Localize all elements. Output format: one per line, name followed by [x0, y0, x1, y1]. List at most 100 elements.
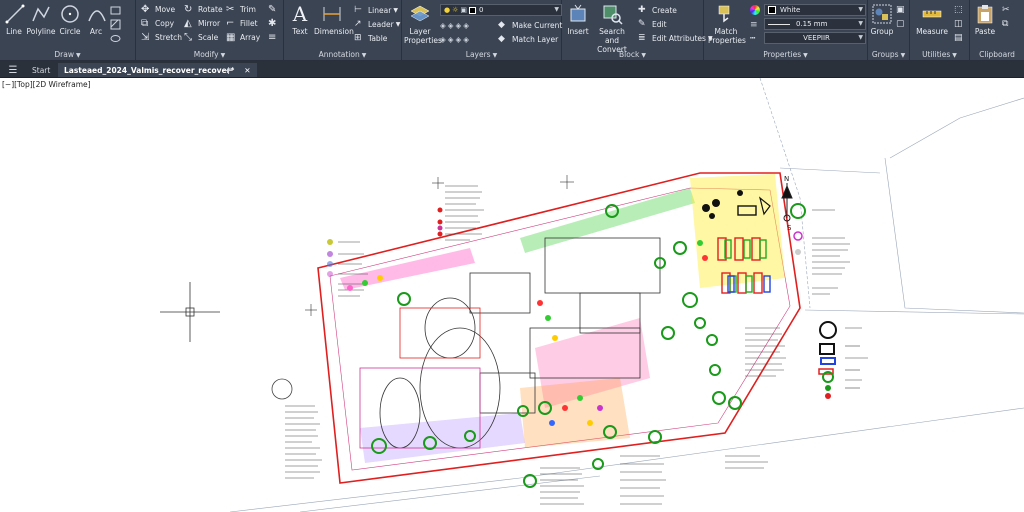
linear-button[interactable]: ⊢ Linear ▼: [354, 4, 398, 17]
boundary-button[interactable]: [110, 32, 124, 45]
ungroup-button[interactable]: ▢: [896, 18, 910, 31]
rectangle-button[interactable]: [110, 4, 124, 17]
id-point-button[interactable]: ▤: [954, 32, 968, 45]
group-button[interactable]: Group: [870, 3, 894, 36]
paste-button[interactable]: Paste: [972, 3, 998, 36]
move-icon: ✥: [141, 4, 150, 15]
leader-button[interactable]: ↗ Leader ▼: [354, 18, 400, 31]
select-icon: ⬚: [954, 5, 963, 15]
close-tab-icon[interactable]: ✕: [244, 66, 250, 75]
attributes-icon: ≣: [638, 33, 646, 43]
clipboard-panel-title[interactable]: Clipboard: [970, 50, 1024, 59]
properties-panel: Match Properties White ▼ ≡ 0.15 mm ▼ ┅ V…: [704, 0, 868, 61]
explode-button[interactable]: ✱: [268, 17, 282, 30]
utilities-panel-title[interactable]: Utilities ▼: [910, 50, 969, 59]
edit-attributes-button[interactable]: ≣ Edit Attributes ▼: [638, 32, 713, 45]
layer-properties-button[interactable]: Layer Properties: [404, 3, 442, 45]
copy-clip-button[interactable]: ⧉: [1002, 18, 1016, 31]
polyline-label: Polyline: [26, 27, 56, 36]
cut-button[interactable]: ✂: [1002, 4, 1016, 17]
application-menu-button[interactable]: ☰: [2, 63, 24, 77]
offset-icon: ≡: [268, 32, 277, 43]
circle-label: Circle: [59, 27, 81, 36]
linetype-icon: ┅: [750, 34, 756, 44]
linetype-dropdown[interactable]: VEEPIIR ▼: [764, 32, 866, 44]
insert-button[interactable]: Insert: [564, 3, 592, 36]
properties-panel-title[interactable]: Properties ▼: [704, 50, 867, 59]
groups-panel: Group ▣ ▢ Groups ▼: [868, 0, 910, 61]
hatch-button[interactable]: [110, 18, 124, 31]
drawing-canvas[interactable]: [−][Top][2D Wireframe] N S: [0, 78, 1024, 512]
annotation-panel-title[interactable]: Annotation ▼: [284, 50, 401, 59]
text-button[interactable]: A Text: [288, 3, 312, 36]
new-tab-button[interactable]: +: [218, 63, 239, 77]
array-icon: ▦: [226, 32, 236, 43]
rectangle-icon: [110, 6, 121, 15]
scale-button[interactable]: ⤡ Scale: [184, 31, 218, 44]
tab-start[interactable]: Start: [26, 63, 56, 77]
chevron-down-icon: ▼: [492, 52, 498, 59]
text-icon: A: [292, 2, 308, 26]
draw-panel-title[interactable]: Draw ▼: [0, 50, 135, 59]
layer-color-swatch: [469, 6, 477, 14]
quick-select-button[interactable]: ◫: [954, 18, 968, 31]
crosshair-cursor-icon: [160, 282, 220, 342]
edit-block-button[interactable]: ✎ Edit: [638, 18, 667, 31]
make-current-button[interactable]: ◆ Make Current: [498, 19, 562, 32]
fillet-icon: ⌐: [226, 18, 235, 29]
dimension-button[interactable]: Dimension: [314, 3, 354, 36]
erase-button[interactable]: ✎: [268, 3, 282, 16]
planting-beds: [340, 174, 785, 463]
stretch-button[interactable]: ⇲ Stretch: [141, 31, 182, 44]
table-button[interactable]: ⊞ Table: [354, 32, 387, 45]
layer-dropdown[interactable]: ● ☼ ▣ 0 ▼: [440, 4, 562, 16]
group-edit-button[interactable]: ▣: [896, 4, 910, 17]
circle-icon: [61, 5, 79, 23]
move-button[interactable]: ✥ Move: [141, 3, 175, 16]
fillet-button[interactable]: ⌐ Fillet: [226, 17, 258, 30]
groups-panel-title[interactable]: Groups ▼: [868, 50, 909, 59]
copy-clip-icon: ⧉: [1002, 19, 1009, 29]
edit-icon: ✎: [638, 19, 646, 29]
trim-icon: ✂: [226, 4, 235, 15]
line-button[interactable]: Line: [4, 3, 25, 36]
lineweight-icon: ≡: [750, 20, 758, 30]
measure-button[interactable]: Measure: [914, 3, 950, 36]
match-layer-button[interactable]: ◆ Match Layer: [498, 33, 558, 46]
match-properties-button[interactable]: Match Properties: [708, 3, 746, 45]
stretch-icon: ⇲: [141, 32, 150, 43]
circle-button[interactable]: Circle: [58, 3, 82, 36]
chevron-down-icon: ▼: [395, 21, 401, 28]
select-all-button[interactable]: ⬚: [954, 4, 968, 17]
chevron-down-icon: ▼: [858, 20, 863, 27]
rotate-button[interactable]: ↻ Rotate: [184, 3, 223, 16]
search-and-convert-button[interactable]: Search and Convert: [592, 3, 632, 54]
layer-tools-row2[interactable]: ◈◈◈◈: [440, 33, 471, 46]
chevron-down-icon: ▼: [900, 52, 906, 59]
layers-panel: Layer Properties ● ☼ ▣ 0 ▼ ◈◈◈◈ ◆ Make Cu…: [402, 0, 562, 61]
match-layer-icon: ◆: [498, 34, 505, 44]
block-panel-title[interactable]: Block ▼: [562, 50, 703, 59]
plus-icon: +: [224, 63, 234, 77]
lineweight-dropdown[interactable]: 0.15 mm ▼: [764, 18, 866, 30]
utilities-panel: Measure ⬚ ◫ ▤ Utilities ▼: [910, 0, 970, 61]
layer-tools-row1[interactable]: ◈◈◈◈: [440, 19, 471, 32]
copy-button[interactable]: ⧉ Copy: [141, 17, 174, 30]
color-value: White: [780, 6, 801, 14]
ribbon: Line Polyline Circle Arc Draw ▼ ✥ Move ↻ Ro…: [0, 0, 1024, 61]
clipboard-icon: [977, 5, 993, 24]
create-block-button[interactable]: ✚ Create: [638, 4, 677, 17]
offset-button[interactable]: ≡: [268, 31, 282, 44]
boundary-icon: [110, 35, 121, 42]
mirror-button[interactable]: ◭ Mirror: [184, 17, 220, 30]
color-dropdown[interactable]: White ▼: [764, 4, 866, 16]
document-tab-bar: ☰ Start Lasteaed_2024_Valmis_recover_rec…: [0, 61, 1024, 78]
arc-button[interactable]: Arc: [86, 3, 106, 36]
layers-panel-title[interactable]: Layers ▼: [402, 50, 561, 59]
clipboard-panel: Paste ✂ ⧉ Clipboard: [970, 0, 1024, 61]
trim-button[interactable]: ✂ Trim: [226, 3, 256, 16]
mirror-icon: ◭: [184, 18, 192, 29]
polyline-button[interactable]: Polyline: [26, 3, 56, 36]
modify-panel-title[interactable]: Modify ▼: [136, 50, 283, 59]
array-button[interactable]: ▦ Array: [226, 31, 260, 44]
